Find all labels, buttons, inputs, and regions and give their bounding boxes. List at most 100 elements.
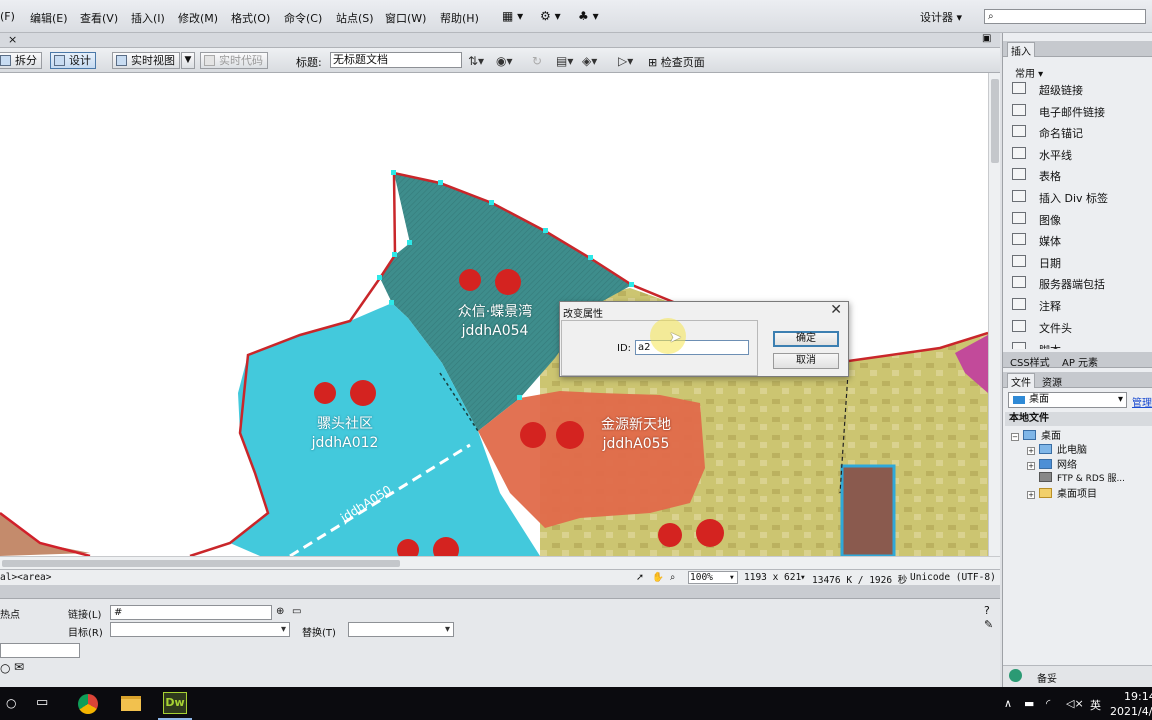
insert-named-anchor[interactable]: 命名锚记 bbox=[1009, 122, 1149, 142]
tree-item-desktop[interactable]: − 桌面 bbox=[1011, 427, 1061, 442]
hotspot-handle[interactable] bbox=[407, 240, 412, 245]
hotspot-handle[interactable] bbox=[391, 170, 396, 175]
horizontal-scroll-thumb[interactable] bbox=[2, 560, 400, 567]
chrome-icon[interactable] bbox=[78, 694, 98, 714]
menu-format[interactable]: 格式(O) bbox=[231, 10, 270, 26]
insert-media[interactable]: 媒体 bbox=[1009, 230, 1149, 250]
workspace-switcher[interactable]: 设计器 ▾ bbox=[920, 9, 962, 25]
zoom-select[interactable]: 100% ▾ bbox=[688, 571, 738, 584]
help-icon[interactable]: ? bbox=[984, 604, 990, 617]
hotspot-handle[interactable] bbox=[517, 395, 522, 400]
refresh-icon[interactable]: ↻ bbox=[532, 54, 542, 68]
css-styles-tab[interactable]: CSS样式 bbox=[1007, 354, 1053, 369]
menu-help[interactable]: 帮助(H) bbox=[440, 10, 479, 26]
live-code-button[interactable]: 实时代码 bbox=[200, 52, 268, 69]
tag-selector[interactable]: al><area> bbox=[0, 572, 51, 583]
preview-browser-icon[interactable]: ◉▾ bbox=[496, 54, 513, 68]
hotspot-handle[interactable] bbox=[377, 275, 382, 280]
insert-image[interactable]: 图像 bbox=[1009, 209, 1149, 229]
insert-tab[interactable]: 插入 bbox=[1007, 42, 1035, 58]
insert-date[interactable]: 日期 bbox=[1009, 252, 1149, 272]
file-explorer-icon[interactable] bbox=[121, 696, 141, 711]
menu-modify[interactable]: 修改(M) bbox=[178, 10, 218, 26]
site-icon[interactable]: ♣ ▾ bbox=[578, 9, 599, 23]
alt-select[interactable] bbox=[348, 622, 454, 637]
map-region-jddha055[interactable] bbox=[478, 391, 705, 528]
insert-hyperlink[interactable]: 超级链接 bbox=[1009, 79, 1149, 99]
network-icon[interactable]: ◜ bbox=[1046, 697, 1050, 710]
restore-icon[interactable]: ▣ bbox=[982, 33, 991, 44]
assets-tab[interactable]: 资源 bbox=[1039, 374, 1065, 389]
hotspot-handle[interactable] bbox=[389, 300, 394, 305]
menu-commands[interactable]: 命令(C) bbox=[284, 10, 322, 26]
insert-server-include[interactable]: 服务器端包括 bbox=[1009, 273, 1149, 293]
task-view-icon[interactable]: ▭ bbox=[36, 695, 48, 710]
battery-icon[interactable]: ▬ bbox=[1024, 697, 1034, 710]
validate-icon[interactable]: ▷▾ bbox=[618, 54, 633, 68]
clock-date[interactable]: 2021/4/2 bbox=[1110, 705, 1152, 718]
point-to-file-icon[interactable]: ⊕ bbox=[276, 606, 284, 617]
hand-tool-icon[interactable]: ✋ bbox=[652, 572, 664, 583]
ap-elements-tab[interactable]: AP 元素 bbox=[1059, 354, 1101, 369]
insert-category-select[interactable]: 常用 ▾ bbox=[1015, 65, 1043, 80]
edit-icon[interactable]: ✎ bbox=[984, 618, 993, 631]
inspect-page-button[interactable]: ⊞ 检查页面 bbox=[648, 54, 705, 70]
oval-hotspot-icon[interactable]: ○ bbox=[0, 661, 10, 675]
link-input[interactable]: # bbox=[110, 605, 272, 620]
menu-view[interactable]: 查看(V) bbox=[80, 10, 118, 26]
ok-button[interactable]: 确定 bbox=[773, 331, 839, 347]
menu-site[interactable]: 站点(S) bbox=[336, 10, 374, 26]
window-size[interactable]: 1193 x 621 bbox=[744, 572, 801, 583]
manage-sites-link[interactable]: 管理 bbox=[1132, 394, 1152, 409]
vertical-scrollbar[interactable] bbox=[988, 73, 1000, 556]
horizontal-scrollbar[interactable] bbox=[0, 556, 1000, 569]
target-select[interactable] bbox=[110, 622, 290, 637]
browse-folder-icon[interactable]: ▭ bbox=[292, 606, 301, 617]
cancel-button[interactable]: 取消 bbox=[773, 353, 839, 369]
search-input[interactable]: ⌕ bbox=[984, 9, 1146, 24]
properties-panel-header[interactable] bbox=[0, 585, 1000, 599]
search-icon[interactable]: ○ bbox=[6, 696, 16, 710]
hotspot-handle[interactable] bbox=[392, 252, 397, 257]
hotspot-handle[interactable] bbox=[629, 282, 634, 287]
select-tool-icon[interactable]: ➚ bbox=[636, 572, 644, 583]
files-tab[interactable]: 文件 bbox=[1007, 373, 1035, 389]
menu-file[interactable]: (F) bbox=[0, 10, 15, 23]
menu-insert[interactable]: 插入(I) bbox=[131, 10, 165, 26]
extend-icon[interactable]: ⚙ ▾ bbox=[540, 9, 561, 23]
map-region-left[interactable] bbox=[0, 513, 90, 556]
hotspot-handle[interactable] bbox=[489, 200, 494, 205]
insert-email-link[interactable]: 电子邮件链接 bbox=[1009, 101, 1149, 121]
insert-div-tag[interactable]: 插入 Div 标签 bbox=[1009, 187, 1149, 207]
hotspot-handle[interactable] bbox=[543, 228, 548, 233]
menu-edit[interactable]: 编辑(E) bbox=[30, 10, 68, 26]
title-input[interactable]: 无标题文档 bbox=[330, 52, 462, 68]
live-view-button[interactable]: 实时视图 bbox=[112, 52, 180, 69]
split-view-button[interactable]: 拆分 bbox=[0, 52, 42, 69]
volume-icon[interactable]: ◁× bbox=[1066, 697, 1084, 710]
tree-item-this-pc[interactable]: + 此电脑 bbox=[1027, 441, 1087, 456]
layout-icon[interactable]: ▦ ▾ bbox=[502, 9, 523, 23]
dreamweaver-icon[interactable]: Dw bbox=[163, 692, 187, 714]
clock-time[interactable]: 19:14 bbox=[1124, 690, 1152, 703]
tree-item-desktop-project[interactable]: + 桌面项目 bbox=[1027, 485, 1097, 500]
map-name-input[interactable] bbox=[0, 643, 80, 658]
visual-aids-icon[interactable]: ◈▾ bbox=[582, 54, 597, 68]
file-management-icon[interactable]: ⇅▾ bbox=[468, 54, 484, 68]
ime-indicator[interactable]: 英 bbox=[1090, 697, 1101, 713]
insert-table[interactable]: 表格 bbox=[1009, 165, 1149, 185]
live-view-dropdown[interactable]: ▼ bbox=[181, 52, 195, 69]
tree-item-ftp[interactable]: FTP & RDS 服... bbox=[1039, 471, 1125, 484]
hotspot-handle[interactable] bbox=[438, 180, 443, 185]
zoom-tool-icon[interactable]: ⌕ bbox=[670, 572, 675, 583]
design-view-button[interactable]: 设计 bbox=[50, 52, 96, 69]
insert-comment[interactable]: 注释 bbox=[1009, 295, 1149, 315]
hotspot-handle[interactable] bbox=[588, 255, 593, 260]
insert-horizontal-rule[interactable]: 水平线 bbox=[1009, 144, 1149, 164]
map-building[interactable] bbox=[840, 464, 896, 556]
show-hidden-icons[interactable]: ∧ bbox=[1004, 697, 1012, 710]
insert-script[interactable]: 脚本 bbox=[1009, 339, 1149, 349]
menu-window[interactable]: 窗口(W) bbox=[385, 10, 426, 26]
site-location-select[interactable]: 桌面 ▾ bbox=[1008, 392, 1127, 408]
polygon-hotspot-icon[interactable]: ✉ bbox=[14, 660, 24, 674]
